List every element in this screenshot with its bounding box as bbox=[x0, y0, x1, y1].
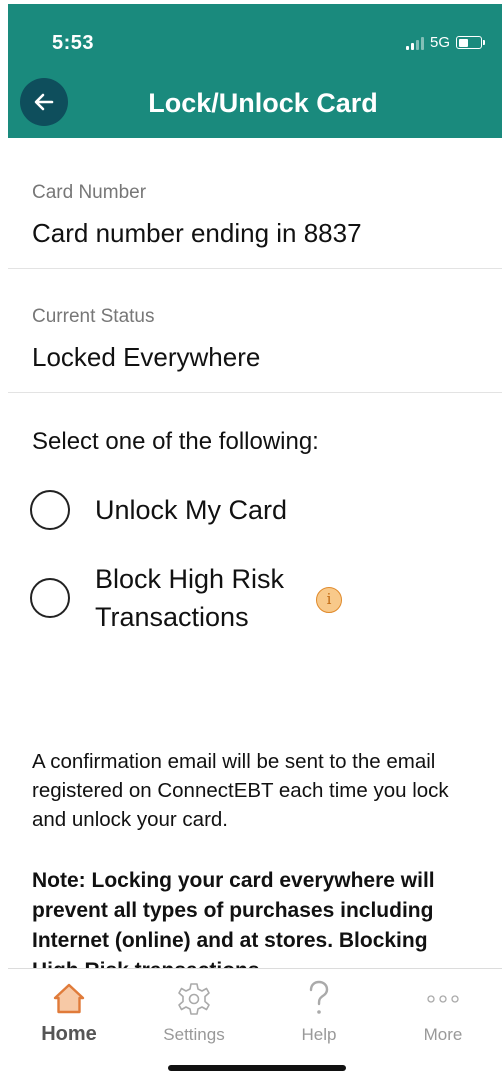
network-label: 5G bbox=[429, 34, 450, 51]
locking-note-text: Note: Locking your card everywhere will … bbox=[32, 869, 435, 970]
more-dots-icon bbox=[427, 995, 459, 1003]
battery-icon bbox=[456, 36, 485, 49]
gear-icon bbox=[178, 983, 210, 1015]
tab-more-label[interactable]: More bbox=[424, 1025, 463, 1045]
tab-home-label[interactable]: Home bbox=[41, 1023, 97, 1046]
select-heading: Select one of the following: bbox=[32, 428, 319, 455]
option-block-high-risk[interactable] bbox=[30, 578, 70, 618]
tab-help-label[interactable]: Help bbox=[302, 1025, 337, 1045]
status-indicators: 5G bbox=[405, 34, 485, 51]
app-header: 5:53 5G Lock/Unlock Card bbox=[8, 4, 502, 138]
block-high-risk-label-line1[interactable]: Block High Risk bbox=[95, 560, 284, 598]
unlock-label[interactable]: Unlock My Card bbox=[95, 491, 287, 529]
tab-settings[interactable]: Settings bbox=[139, 979, 249, 1045]
current-status-label: Current Status bbox=[32, 306, 155, 327]
block-high-risk-radio[interactable] bbox=[30, 578, 70, 618]
unlock-radio[interactable] bbox=[30, 490, 70, 530]
card-number-label: Card Number bbox=[32, 182, 147, 203]
status-time: 5:53 bbox=[52, 32, 95, 54]
current-status-value: Locked Everywhere bbox=[32, 342, 261, 372]
info-icon[interactable]: i bbox=[316, 587, 342, 613]
confirmation-info-text: A confirmation email will be sent to the… bbox=[32, 750, 449, 831]
tab-home[interactable]: Home bbox=[14, 979, 124, 1046]
question-icon bbox=[309, 980, 329, 1014]
tab-more[interactable]: More bbox=[388, 979, 498, 1045]
signal-icon bbox=[405, 36, 424, 50]
card-number-section: Card Number Card number ending in 8837 bbox=[8, 138, 502, 269]
page-title: Lock/Unlock Card bbox=[148, 88, 378, 118]
current-status-section: Current Status Locked Everywhere bbox=[8, 269, 502, 393]
tab-settings-label[interactable]: Settings bbox=[163, 1025, 224, 1045]
card-number-value: Card number ending in 8837 bbox=[32, 218, 362, 248]
home-indicator bbox=[168, 1065, 346, 1071]
home-icon bbox=[53, 983, 85, 1014]
tab-help[interactable]: Help bbox=[264, 979, 374, 1045]
block-high-risk-label-line2[interactable]: Transactions bbox=[95, 598, 249, 636]
option-unlock-card[interactable]: Unlock My Card bbox=[30, 490, 287, 530]
